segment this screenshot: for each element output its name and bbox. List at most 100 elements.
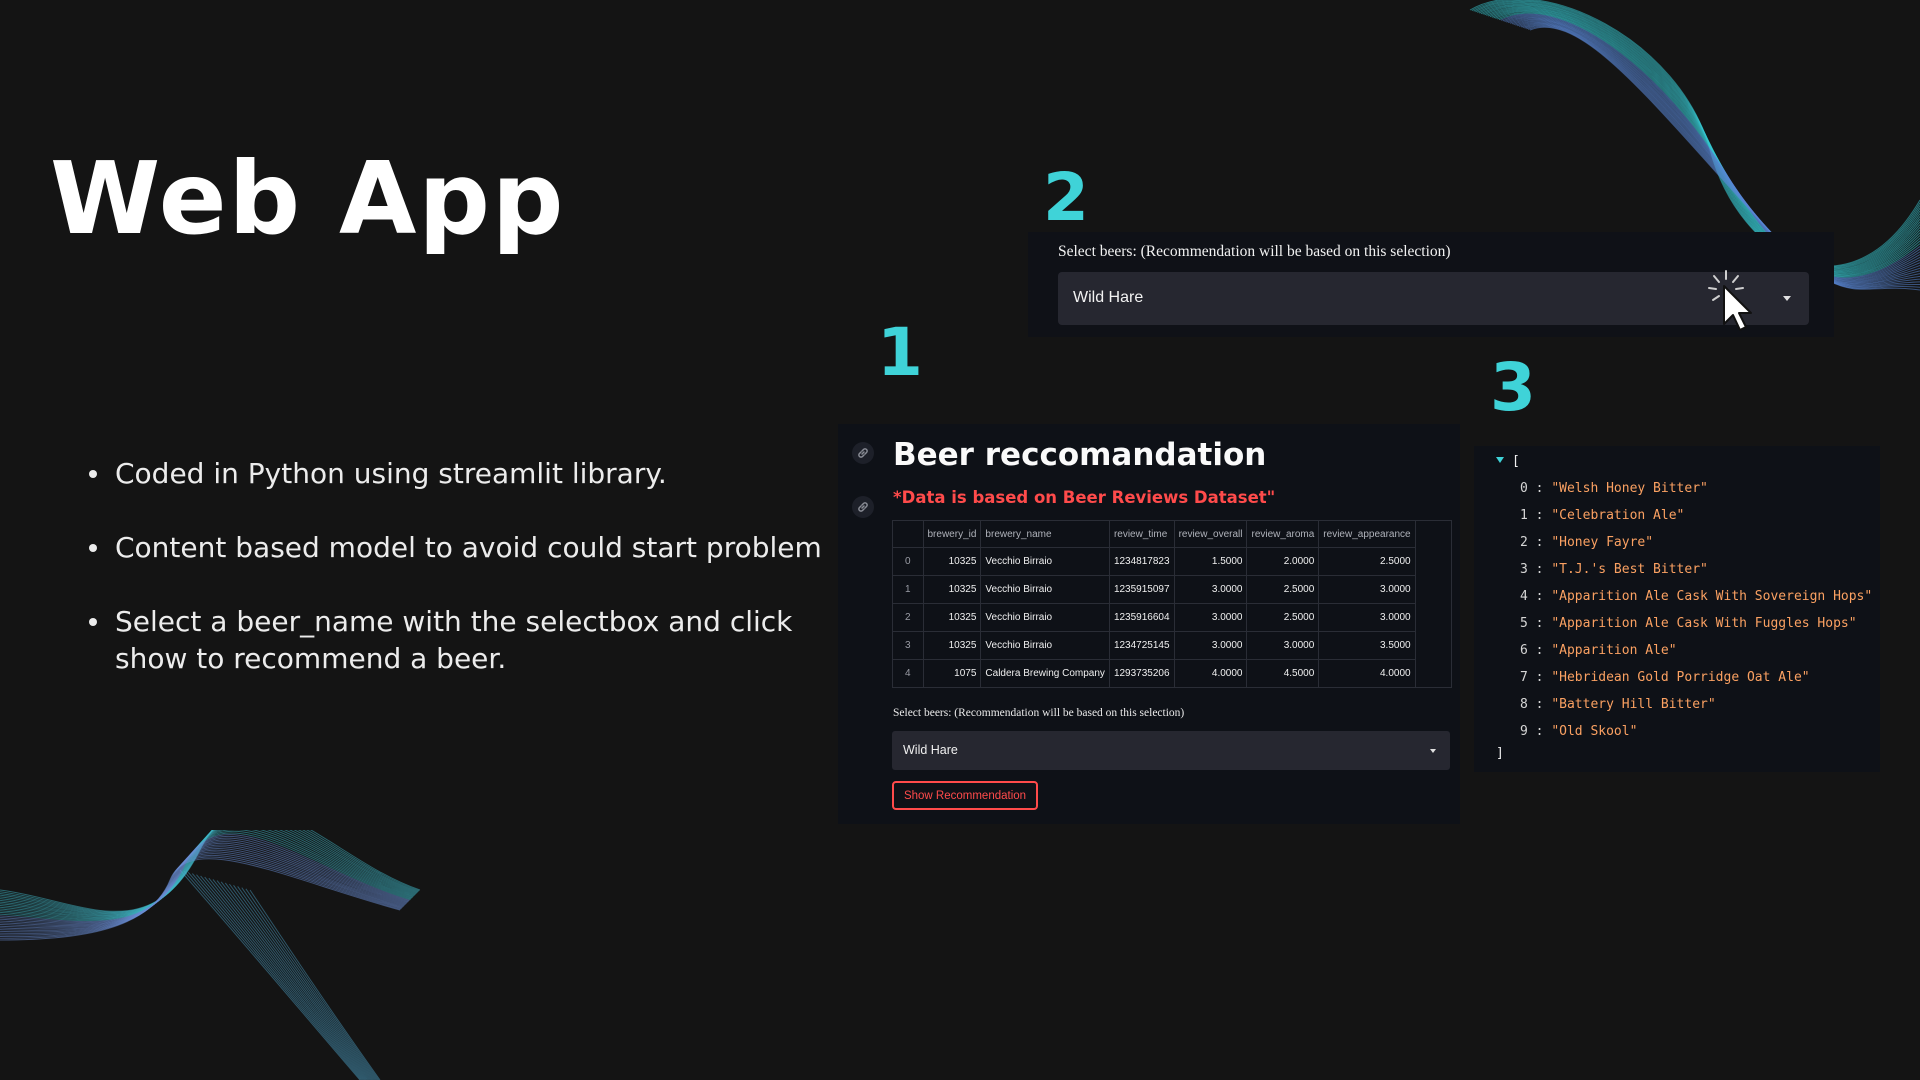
json-value: "Apparition Ale Cask With Sovereign Hops…: [1551, 589, 1873, 604]
link-icon[interactable]: [852, 496, 874, 518]
table-cell: Caldera Brewing Company: [980, 659, 1110, 687]
bullet-list: Coded in Python using streamlit library.…: [89, 455, 835, 714]
table-row: 4 1075 Caldera Brewing Company 129373520…: [893, 659, 1416, 687]
json-item: 9 : "Old Skool": [1520, 724, 1638, 739]
json-value: "Welsh Honey Bitter": [1551, 481, 1708, 496]
json-value: "Celebration Ale": [1551, 508, 1685, 523]
table-cell: 4: [893, 659, 924, 687]
collapse-toggle-icon[interactable]: [1496, 457, 1504, 463]
beer-selectbox[interactable]: Wild Hare: [892, 731, 1450, 770]
json-index: 4: [1520, 589, 1528, 604]
table-cell: 4.5000: [1246, 659, 1320, 687]
table-cell: 2.5000: [1318, 547, 1416, 576]
dataframe-table: brewery_id brewery_name review_time revi…: [893, 521, 1416, 687]
table-cell: 3: [893, 631, 924, 660]
table-cell: 1: [893, 575, 924, 604]
table-cell: Vecchio Birraio: [980, 575, 1110, 604]
data-source-note: *Data is based on Beer Reviews Dataset": [893, 488, 1276, 507]
table-row: 0 10325 Vecchio Birraio 1234817823 1.500…: [893, 547, 1416, 576]
table-cell: 1235916604: [1109, 603, 1175, 632]
table-cell: 4.0000: [1174, 659, 1248, 687]
json-item: 2 : "Honey Fayre": [1520, 535, 1654, 550]
table-cell: 2.5000: [1246, 575, 1320, 604]
table-cell: 2.0000: [1246, 547, 1320, 576]
table-row: 3 10325 Vecchio Birraio 1234725145 3.000…: [893, 631, 1416, 660]
json-item: 8 : "Battery Hill Bitter": [1520, 697, 1716, 712]
show-recommendation-button[interactable]: Show Recommendation: [892, 781, 1038, 810]
bullet-item: Content based model to avoid could start…: [89, 529, 835, 566]
json-list: 0 : "Welsh Honey Bitter" 1 : "Celebratio…: [1520, 475, 1872, 745]
table-header-row: brewery_id brewery_name review_time revi…: [893, 521, 1416, 548]
table-cell: Vecchio Birraio: [980, 603, 1110, 632]
json-value: "Apparition Ale": [1551, 643, 1677, 658]
table-cell: 3.0000: [1318, 575, 1416, 604]
json-index: 1: [1520, 508, 1528, 523]
json-index: 6: [1520, 643, 1528, 658]
json-close-bracket: ]: [1496, 746, 1504, 761]
bullet-item: Select a beer_name with the selectbox an…: [89, 603, 835, 677]
table-cell: 3.0000: [1174, 603, 1248, 632]
json-value: "T.J.'s Best Bitter": [1551, 562, 1708, 577]
json-item: 1 : "Celebration Ale": [1520, 508, 1685, 523]
json-index: 5: [1520, 616, 1528, 631]
json-value: "Hebridean Gold Porridge Oat Ale": [1551, 670, 1810, 685]
table-cell: Vecchio Birraio: [980, 631, 1110, 660]
table-cell: 10325: [923, 547, 982, 576]
table-cell: 3.0000: [1318, 603, 1416, 632]
json-value: "Apparition Ale Cask With Fuggles Hops": [1551, 616, 1857, 631]
json-item: 7 : "Hebridean Gold Porridge Oat Ale": [1520, 670, 1810, 685]
step-number-1: 1: [877, 314, 923, 391]
column-header[interactable]: brewery_id: [923, 521, 982, 548]
json-value: "Battery Hill Bitter": [1551, 697, 1716, 712]
json-item: 3 : "T.J.'s Best Bitter": [1520, 562, 1708, 577]
table-cell: 0: [893, 547, 924, 576]
table-cell: 10325: [923, 631, 982, 660]
json-index: 9: [1520, 724, 1528, 739]
json-item: 0 : "Welsh Honey Bitter": [1520, 481, 1708, 496]
wave-decoration-bottom: [0, 830, 421, 1080]
recommendation-json-panel: [ 0 : "Welsh Honey Bitter" 1 : "Celebrat…: [1474, 446, 1880, 772]
table-cell: Vecchio Birraio: [980, 547, 1110, 576]
selectbox-value: Wild Hare: [903, 743, 958, 757]
column-header: [893, 521, 924, 548]
table-row: 1 10325 Vecchio Birraio 1235915097 3.000…: [893, 575, 1416, 604]
json-index: 2: [1520, 535, 1528, 550]
mouse-pointer-icon: [1708, 270, 1752, 331]
column-header[interactable]: brewery_name: [980, 521, 1110, 548]
slide-title: Web App: [50, 140, 566, 257]
table-cell: 1235915097: [1109, 575, 1175, 604]
table-row: 2 10325 Vecchio Birraio 1235916604 3.000…: [893, 603, 1416, 632]
json-index: 3: [1520, 562, 1528, 577]
table-cell: 1234725145: [1109, 631, 1175, 660]
table-cell: 3.0000: [1246, 631, 1320, 660]
json-index: 8: [1520, 697, 1528, 712]
chevron-down-icon[interactable]: [1430, 749, 1436, 753]
table-cell: 4.0000: [1318, 659, 1416, 687]
json-item: 4 : "Apparition Ale Cask With Sovereign …: [1520, 589, 1873, 604]
table-cell: 1293735206: [1109, 659, 1175, 687]
column-header[interactable]: review_time: [1109, 521, 1175, 548]
selectbox-value: Wild Hare: [1073, 289, 1144, 306]
column-header[interactable]: review_appearance: [1318, 521, 1416, 548]
column-header[interactable]: review_overall: [1174, 521, 1248, 548]
table-cell: 2: [893, 603, 924, 632]
json-value: "Old Skool": [1551, 724, 1638, 739]
json-value: "Honey Fayre": [1551, 535, 1654, 550]
slide: Web App Coded in Python using streamlit …: [0, 0, 1920, 1080]
streamlit-app-panel: Beer reccomandation *Data is based on Be…: [838, 424, 1460, 824]
chevron-down-icon[interactable]: [1783, 296, 1791, 301]
table-cell: 2.5000: [1246, 603, 1320, 632]
json-item: 6 : "Apparition Ale": [1520, 643, 1677, 658]
step-number-2: 2: [1043, 159, 1089, 236]
selectbox-label: Select beers: (Recommendation will be ba…: [893, 707, 1185, 719]
json-index: 7: [1520, 670, 1528, 685]
table-cell: 1075: [923, 659, 982, 687]
dataframe[interactable]: brewery_id brewery_name review_time revi…: [892, 520, 1452, 688]
json-item: 5 : "Apparition Ale Cask With Fuggles Ho…: [1520, 616, 1857, 631]
beer-selectbox[interactable]: Wild Hare: [1058, 272, 1809, 325]
column-header[interactable]: review_aroma: [1246, 521, 1320, 548]
step-number-3: 3: [1490, 349, 1536, 426]
json-open-bracket: [: [1512, 454, 1520, 469]
selectbox-label: Select beers: (Recommendation will be ba…: [1058, 243, 1451, 260]
link-icon[interactable]: [852, 442, 874, 464]
